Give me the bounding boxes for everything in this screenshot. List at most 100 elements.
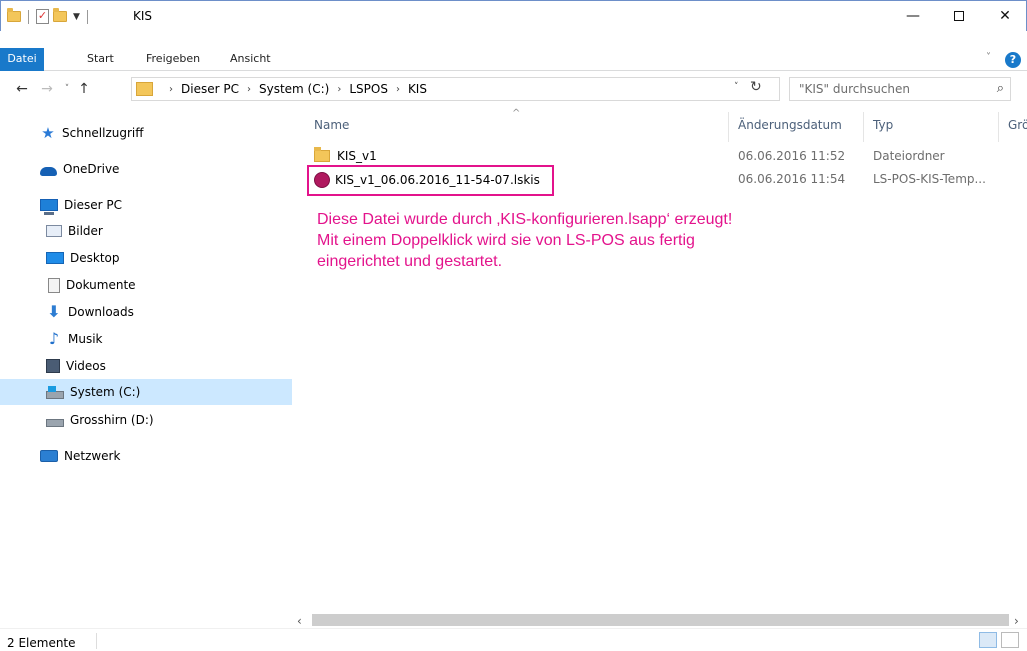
sidebar-item-label: Grosshirn (D:) (70, 413, 154, 427)
download-icon: ⬇ (47, 302, 61, 321)
column-header-type[interactable]: Typ (873, 118, 893, 135)
navigation-pane (0, 110, 294, 630)
sidebar-item-label: Videos (66, 359, 106, 373)
sidebar-item-onedrive[interactable]: OneDrive (40, 156, 119, 182)
address-bar[interactable]: › Dieser PC › System (C:) › LSPOS › KIS (131, 77, 780, 101)
file-date: 06.06.2016 11:54 (738, 172, 846, 186)
breadcrumb-system-c[interactable]: System (C:) (259, 82, 329, 96)
navigation-bar: ← → ˅ ↑ › Dieser PC › System (C:) › LSPO… (0, 77, 1027, 101)
separator (96, 633, 97, 649)
file-name: KIS_v1 (337, 149, 377, 163)
star-icon: ★ (41, 124, 55, 142)
sidebar-item-label: Dieser PC (64, 198, 122, 212)
computer-icon (40, 199, 58, 215)
sidebar-item-system-c[interactable]: System (C:) (0, 379, 292, 405)
sidebar-item-label: Schnellzugriff (62, 126, 144, 140)
title-bar: ✓ ▼ KIS — ✕ (0, 0, 1027, 31)
chevron-right-icon[interactable]: › (337, 84, 341, 95)
expand-ribbon-icon[interactable]: ˅ (986, 52, 991, 63)
sidebar-item-downloads[interactable]: ⬇ Downloads (46, 299, 134, 325)
sidebar-item-label: Netzwerk (64, 449, 121, 463)
sidebar-item-bilder[interactable]: Bilder (46, 218, 103, 244)
recent-locations-button[interactable]: ˅ (58, 77, 76, 101)
sidebar-item-grosshirn-d[interactable]: Grosshirn (D:) (46, 407, 154, 433)
sidebar-item-label: Dokumente (66, 278, 136, 292)
search-icon[interactable]: ⌕ (997, 81, 1004, 96)
tab-freigeben[interactable]: Freigeben (138, 48, 208, 71)
videos-icon (46, 359, 60, 373)
separator (86, 9, 88, 24)
column-header-size[interactable]: Grö (1008, 118, 1027, 135)
details-view-button[interactable] (979, 632, 997, 648)
search-placeholder: "KIS" durchsuchen (799, 82, 911, 96)
file-date: 06.06.2016 11:52 (738, 149, 846, 163)
annotation-highlight-box (307, 165, 554, 196)
separator (28, 9, 29, 24)
network-icon (40, 450, 58, 462)
window-title: KIS (133, 9, 153, 23)
customize-toolbar-icon[interactable]: ▼ (73, 12, 80, 22)
sidebar-item-musik[interactable]: ♪ Musik (46, 326, 103, 352)
system-drive-icon (46, 386, 64, 399)
chevron-right-icon[interactable]: › (169, 84, 173, 95)
help-icon[interactable]: ? (1005, 52, 1021, 68)
column-divider[interactable] (998, 112, 999, 142)
sidebar-item-schnellzugriff[interactable]: ★ Schnellzugriff (40, 120, 144, 146)
column-divider[interactable] (728, 112, 729, 142)
annotation-line: Diese Datei wurde durch ‚KIS-konfigurier… (317, 211, 733, 228)
folder-icon (136, 82, 153, 96)
column-header-name[interactable]: Name (314, 118, 349, 135)
scrollbar-thumb[interactable] (312, 614, 1009, 626)
scroll-left-icon[interactable]: ‹ (297, 614, 302, 628)
file-type: Dateiordner (873, 149, 945, 163)
properties-icon[interactable]: ✓ (36, 9, 49, 24)
maximize-icon (954, 11, 964, 21)
forward-button[interactable]: → (38, 77, 56, 101)
sort-ascending-icon: ^ (512, 108, 521, 119)
column-divider[interactable] (863, 112, 864, 142)
annotation-line: Mit einem Doppelklick wird sie von LS-PO… (317, 232, 695, 249)
sidebar-item-label: OneDrive (63, 162, 120, 176)
sidebar-item-label: Bilder (68, 224, 103, 238)
file-name-cell: KIS_v1 (314, 147, 377, 163)
sidebar-item-label: System (C:) (70, 385, 141, 399)
sidebar-item-desktop[interactable]: Desktop (46, 245, 120, 271)
annotation-text: Diese Datei wurde durch ‚KIS-konfigurier… (317, 209, 817, 272)
folder-icon (314, 147, 330, 162)
sidebar-item-dieser-pc[interactable]: Dieser PC (40, 192, 122, 218)
back-button[interactable]: ← (13, 77, 31, 101)
minimize-button[interactable]: — (890, 1, 936, 31)
pictures-icon (46, 225, 62, 237)
breadcrumb-dieser-pc[interactable]: Dieser PC (181, 82, 239, 96)
up-button[interactable]: ↑ (75, 77, 93, 101)
tab-start[interactable]: Start (79, 48, 122, 71)
sidebar-item-dokumente[interactable]: Dokumente (46, 272, 136, 298)
refresh-icon[interactable]: ↻ (750, 79, 762, 95)
item-count: 2 Elemente (7, 636, 76, 650)
new-folder-icon[interactable] (53, 8, 67, 22)
sidebar-item-videos[interactable]: Videos (46, 353, 106, 379)
breadcrumb-lspos[interactable]: LSPOS (349, 82, 388, 96)
tab-datei[interactable]: Datei (0, 48, 44, 71)
annotation-line: eingerichtet und gestartet. (317, 253, 503, 270)
status-bar: 2 Elemente (0, 628, 1027, 651)
file-type: LS-POS-KIS-Temp... (873, 172, 986, 186)
close-button[interactable]: ✕ (982, 1, 1027, 31)
breadcrumb-kis[interactable]: KIS (408, 82, 427, 96)
tab-ansicht[interactable]: Ansicht (222, 48, 279, 71)
scroll-right-icon[interactable]: › (1014, 614, 1019, 628)
column-header-date[interactable]: Änderungsdatum (738, 118, 842, 135)
folder-icon (7, 8, 21, 22)
music-icon: ♪ (48, 329, 60, 348)
chevron-down-icon[interactable]: ˅ (734, 82, 739, 92)
quick-access-toolbar: ✓ ▼ (7, 8, 91, 24)
documents-icon (48, 277, 60, 293)
maximize-button[interactable] (936, 1, 982, 31)
large-icons-view-button[interactable] (1001, 632, 1019, 648)
desktop-icon (46, 252, 64, 264)
chevron-right-icon[interactable]: › (396, 84, 400, 95)
sidebar-item-netzwerk[interactable]: Netzwerk (40, 443, 120, 469)
sidebar-item-label: Musik (68, 332, 103, 346)
chevron-right-icon[interactable]: › (247, 84, 251, 95)
search-input[interactable]: "KIS" durchsuchen ⌕ (789, 77, 1011, 101)
